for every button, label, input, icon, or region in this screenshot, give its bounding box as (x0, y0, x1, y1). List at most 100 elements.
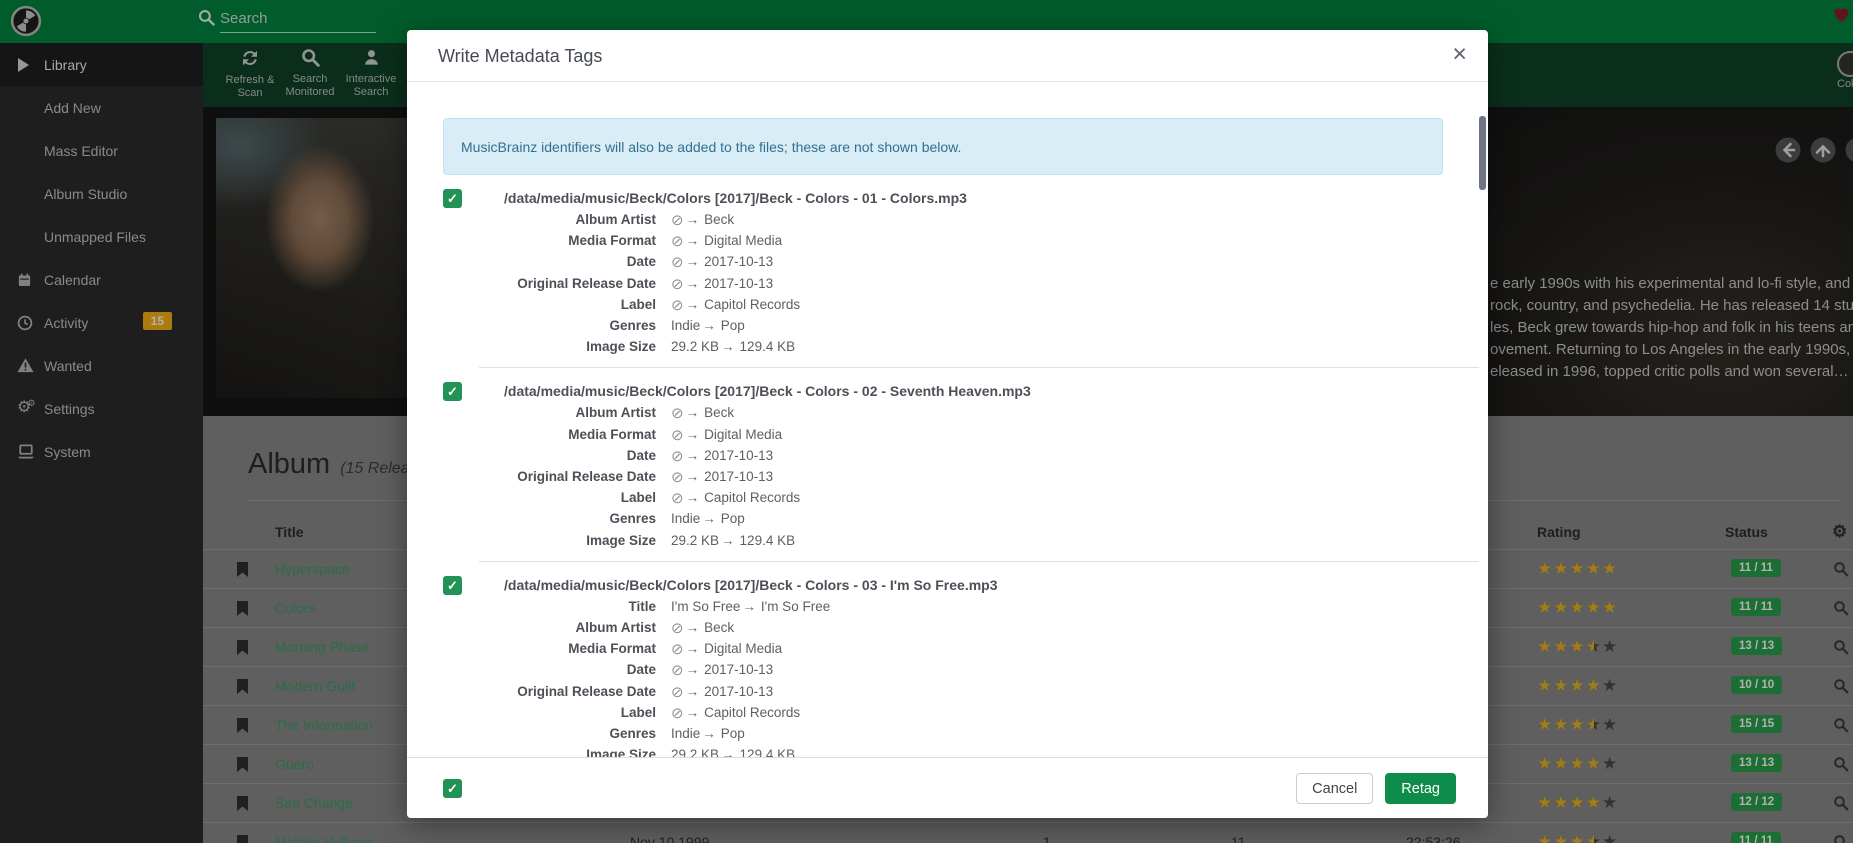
tag-value: 29.2 KB→129.4 KB (671, 530, 795, 551)
tag-value: 29.2 KB→ 129.4 KB (671, 744, 795, 757)
arrow-icon: → (686, 276, 700, 291)
tag-value: ⊘→Capitol Records (671, 702, 800, 723)
tag-label: Date (504, 445, 656, 466)
tag-change-row: Media Format ⊘→Digital Media (504, 230, 1443, 251)
tag-change-row: Original Release Date ⊘→ 2017-10-13 (504, 466, 1443, 487)
new-value: Digital Media (704, 233, 782, 248)
tag-change-row: Image Size 29.2 KB→129.4 KB (504, 336, 1443, 357)
old-value: I'm So Free (671, 599, 740, 614)
tag-label: Original Release Date (504, 466, 656, 487)
divider (479, 367, 1479, 368)
no-value-icon: ⊘ (671, 620, 684, 637)
no-value-icon: ⊘ (671, 705, 684, 722)
new-value: Capitol Records (704, 297, 800, 312)
tag-change-row: Label ⊘→Capitol Records (504, 702, 1443, 723)
tag-value: ⊘→Beck (671, 209, 734, 230)
tag-change-row: Label ⊘→Capitol Records (504, 294, 1443, 315)
tag-change-row: Date ⊘→2017-10-13 (504, 251, 1443, 272)
tag-value: ⊘→ 2017-10-13 (671, 466, 773, 487)
modal-body: MusicBrainz identifiers will also be add… (407, 82, 1488, 757)
old-value: 29.2 KB (671, 747, 719, 757)
tag-value: ⊘→2017-10-13 (671, 659, 773, 680)
cancel-button[interactable]: Cancel (1296, 773, 1373, 804)
new-value: 2017-10-13 (704, 469, 773, 484)
arrow-icon: → (742, 599, 756, 614)
info-alert-text: MusicBrainz identifiers will also be add… (461, 139, 961, 155)
no-value-icon: ⊘ (671, 469, 684, 486)
new-value: Pop (721, 318, 745, 333)
tag-label: Label (504, 487, 656, 508)
tag-value: Indie→Pop (671, 723, 745, 744)
tag-value: ⊘→2017-10-13 (671, 681, 773, 702)
modal-title: Write Metadata Tags (438, 46, 602, 67)
tag-label: Media Format (504, 638, 656, 659)
file-entry: ✓ /data/media/music/Beck/Colors [2017]/B… (443, 381, 1443, 561)
file-entry-list: ✓ /data/media/music/Beck/Colors [2017]/B… (443, 188, 1443, 757)
tag-change-row: Genres Indie→Pop (504, 723, 1443, 744)
arrow-icon: → (686, 233, 700, 248)
tag-label: Date (504, 659, 656, 680)
tag-value: ⊘→Capitol Records (671, 294, 800, 315)
new-value: 2017-10-13 (704, 276, 773, 291)
retag-button[interactable]: Retag (1385, 773, 1456, 804)
tag-change-row: Date ⊘→2017-10-13 (504, 445, 1443, 466)
old-value: Indie (671, 511, 700, 526)
close-icon[interactable]: × (1452, 40, 1467, 68)
arrow-icon: → (702, 726, 716, 741)
tag-value: I'm So Free→I'm So Free (671, 596, 830, 617)
new-value: Pop (721, 511, 745, 526)
arrow-icon: → (686, 469, 700, 484)
musicbrainz-info-alert: MusicBrainz identifiers will also be add… (443, 118, 1443, 175)
select-all-checkbox[interactable]: ✓ (443, 779, 462, 798)
tag-value: 29.2 KB→129.4 KB (671, 336, 795, 357)
tag-label: Image Size (504, 336, 656, 357)
check-icon: ✓ (447, 384, 458, 399)
tag-value: ⊘→Beck (671, 402, 734, 423)
tag-label: Genres (504, 315, 656, 336)
new-value: 2017-10-13 (704, 662, 773, 677)
tag-change-list: Title I'm So Free→I'm So Free Album Arti… (504, 596, 1443, 757)
file-checkbox[interactable]: ✓ (443, 576, 462, 595)
no-value-icon: ⊘ (671, 641, 684, 658)
file-path: /data/media/music/Beck/Colors [2017]/Bec… (504, 575, 1443, 596)
tag-change-list: Album Artist ⊘→Beck Media Format ⊘→D (504, 209, 1443, 357)
no-value-icon: ⊘ (671, 490, 684, 507)
tag-label: Image Size (504, 744, 656, 757)
no-value-icon: ⊘ (671, 427, 684, 444)
lidarr-app: Library Add New Mass Editor Album Studio… (0, 0, 1853, 843)
tag-change-row: Label ⊘→Capitol Records (504, 487, 1443, 508)
tag-change-list: Album Artist ⊘→Beck Media Format ⊘→D (504, 402, 1443, 550)
tag-change-row: Genres Indie→Pop (504, 315, 1443, 336)
tag-label: Original Release Date (504, 681, 656, 702)
tag-change-row: Album Artist ⊘→Beck (504, 209, 1443, 230)
file-checkbox[interactable]: ✓ (443, 189, 462, 208)
arrow-icon: → (702, 511, 716, 526)
new-value: Digital Media (704, 641, 782, 656)
modal-scrollbar-thumb[interactable] (1479, 116, 1486, 190)
tag-label: Date (504, 251, 656, 272)
no-value-icon: ⊘ (671, 254, 684, 271)
tag-value: ⊘→ Digital Media (671, 424, 782, 445)
new-value: Capitol Records (704, 490, 800, 505)
new-value: 129.4 KB (740, 747, 796, 757)
tag-label: Image Size (504, 530, 656, 551)
new-value: Capitol Records (704, 705, 800, 720)
tag-value: ⊘→Digital Media (671, 230, 782, 251)
new-value: Digital Media (704, 427, 782, 442)
arrow-icon: → (686, 641, 700, 656)
tag-value: ⊘→Beck (671, 617, 734, 638)
no-value-icon: ⊘ (671, 662, 684, 679)
tag-label: Original Release Date (504, 273, 656, 294)
arrow-icon: → (721, 747, 735, 757)
no-value-icon: ⊘ (671, 405, 684, 422)
tag-change-row: Title I'm So Free→I'm So Free (504, 596, 1443, 617)
check-icon: ✓ (447, 781, 458, 796)
arrow-icon: → (721, 533, 735, 548)
tag-value: ⊘→Capitol Records (671, 487, 800, 508)
tag-label: Media Format (504, 230, 656, 251)
arrow-icon: → (686, 427, 700, 442)
tag-value: ⊘→2017-10-13 (671, 445, 773, 466)
arrow-icon: → (721, 339, 735, 354)
file-checkbox[interactable]: ✓ (443, 382, 462, 401)
tag-change-row: Date ⊘→2017-10-13 (504, 659, 1443, 680)
